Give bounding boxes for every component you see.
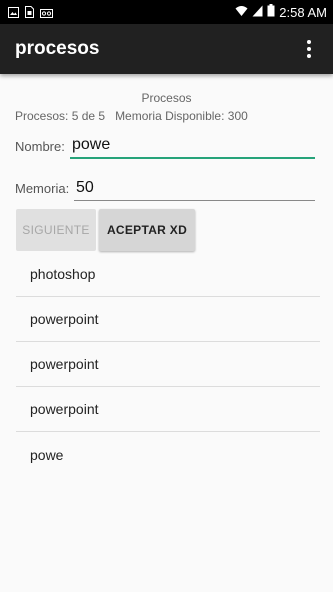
list-item[interactable]: photoshop (16, 252, 320, 297)
process-list: photoshop powerpoint powerpoint powerpoi… (16, 252, 320, 477)
next-button[interactable]: SIGUIENTE (16, 209, 96, 251)
status-right: 2:58 AM (235, 4, 327, 20)
accept-button[interactable]: ACEPTAR XD (99, 209, 195, 251)
status-left-icons (8, 3, 53, 22)
name-input[interactable] (70, 133, 315, 159)
signal-icon (252, 5, 263, 20)
wifi-icon (235, 5, 248, 20)
list-item[interactable]: powerpoint (16, 342, 320, 387)
header-title: Procesos (141, 91, 192, 105)
sim-icon (25, 3, 34, 22)
image-icon (8, 3, 19, 22)
process-count: Procesos: 5 de 5 (15, 109, 106, 123)
more-vert-icon[interactable] (299, 34, 319, 64)
header-info: Procesos: 5 de 5 Memoria Disponible: 300 (15, 109, 248, 123)
app-bar: procesos (0, 24, 333, 74)
name-label: Nombre: (15, 139, 65, 154)
voicemail-icon (40, 3, 53, 22)
battery-icon (267, 4, 275, 20)
app-title: procesos (15, 38, 100, 59)
available-memory: Memoria Disponible: 300 (115, 109, 248, 123)
list-item[interactable]: powerpoint (16, 387, 320, 432)
status-time: 2:58 AM (279, 4, 327, 20)
memory-label: Memoria: (15, 181, 70, 196)
memory-input[interactable] (74, 175, 315, 201)
status-bar: 2:58 AM (0, 0, 333, 24)
list-item[interactable]: powe (16, 432, 320, 477)
list-item[interactable]: powerpoint (16, 297, 320, 342)
